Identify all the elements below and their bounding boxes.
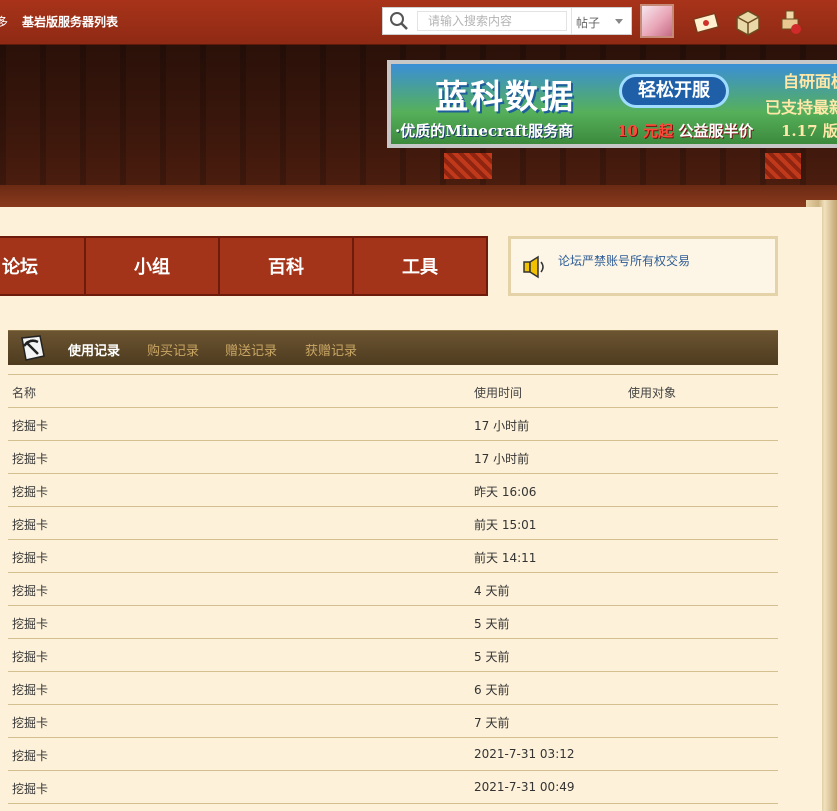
row-item-name: 挖掘卡 bbox=[12, 716, 49, 730]
ad-feature-3: 1.17 版本 bbox=[781, 122, 837, 140]
topbar-edge-link[interactable]: 多 bbox=[0, 13, 8, 30]
avatar[interactable] bbox=[640, 4, 674, 38]
lava-decoration bbox=[444, 153, 492, 179]
row-used-time: 2021-7-31 00:49 bbox=[474, 780, 575, 794]
tab-gift-received-records[interactable]: 获赠记录 bbox=[305, 340, 357, 359]
row-item-name: 挖掘卡 bbox=[12, 551, 49, 565]
ad-cta-button[interactable]: 轻松开服 bbox=[619, 74, 729, 108]
tab-usage-records[interactable]: 使用记录 bbox=[68, 340, 120, 359]
row-used-time: 昨天 16:06 bbox=[474, 485, 537, 499]
row-item-name: 挖掘卡 bbox=[12, 518, 49, 532]
row-item-name: 挖掘卡 bbox=[12, 419, 49, 433]
column-header-target: 使用对象 bbox=[628, 386, 677, 400]
table-row: 挖掘卡 前天 14:11 bbox=[8, 539, 778, 572]
notice-link[interactable]: 论坛严禁账号所有权交易 bbox=[558, 252, 690, 269]
row-used-time: 2021-7-31 03:12 bbox=[474, 747, 575, 761]
table-row: 挖掘卡 6 天前 bbox=[8, 671, 778, 704]
lava-decoration bbox=[765, 153, 801, 179]
row-item-name: 挖掘卡 bbox=[12, 650, 49, 664]
row-used-time: 17 小时前 bbox=[474, 419, 530, 433]
pickaxe-card-icon bbox=[21, 335, 45, 361]
row-used-time: 17 小时前 bbox=[474, 452, 530, 466]
row-item-name: 挖掘卡 bbox=[12, 485, 49, 499]
ad-feature-1: 自研面板 bbox=[783, 72, 837, 91]
table-row: 挖掘卡 4 天前 bbox=[8, 572, 778, 605]
row-used-time: 6 天前 bbox=[474, 683, 510, 697]
nav-item-forum[interactable]: 论坛 bbox=[0, 238, 86, 294]
row-item-name: 挖掘卡 bbox=[12, 782, 49, 796]
table-row: 挖掘卡 5 天前 bbox=[8, 605, 778, 638]
nav-item-tools[interactable]: 工具 bbox=[354, 238, 486, 294]
main-nav: 论坛 小组 百科 工具 bbox=[0, 236, 488, 296]
row-item-name: 挖掘卡 bbox=[12, 683, 49, 697]
nav-item-groups[interactable]: 小组 bbox=[86, 238, 220, 294]
chevron-down-icon bbox=[615, 19, 623, 24]
tab-purchase-records[interactable]: 购买记录 bbox=[147, 340, 199, 359]
row-item-name: 挖掘卡 bbox=[12, 749, 49, 763]
search-scope-select[interactable]: 帖子 bbox=[571, 8, 632, 34]
ad-price: 10 元起 公益服半价 bbox=[617, 120, 753, 141]
table-row: 挖掘卡 昨天 16:06 bbox=[8, 473, 778, 506]
row-item-name: 挖掘卡 bbox=[12, 617, 49, 631]
row-used-time: 5 天前 bbox=[474, 617, 510, 631]
row-used-time: 7 天前 bbox=[474, 716, 510, 730]
speaker-icon bbox=[523, 255, 544, 279]
table-row: 挖掘卡 17 小时前 bbox=[8, 407, 778, 440]
search-scope-value: 帖子 bbox=[576, 16, 601, 30]
ad-price-suffix: 公益服半价 bbox=[678, 122, 754, 140]
table-row: 挖掘卡 2021-7-31 00:49 bbox=[8, 770, 778, 804]
nav-item-wiki[interactable]: 百科 bbox=[220, 238, 354, 294]
search-input[interactable] bbox=[417, 11, 567, 31]
tab-gift-sent-records[interactable]: 赠送记录 bbox=[225, 340, 277, 359]
table-row: 挖掘卡 2021-7-31 03:12 bbox=[8, 737, 778, 770]
rank-badge-icon[interactable] bbox=[776, 8, 804, 36]
column-header-time: 使用时间 bbox=[474, 386, 523, 400]
item-box-icon[interactable] bbox=[734, 8, 762, 36]
ad-title: 蓝科数据 bbox=[435, 77, 575, 116]
ad-feature-2: 已支持最新 bbox=[765, 98, 837, 117]
table-header-row: 名称 使用时间 使用对象 bbox=[8, 374, 778, 407]
sponsor-ad-banner[interactable]: 蓝科数据 轻松开服 ·优质的Minecraft服务商 10 元起 公益服半价 自… bbox=[387, 60, 837, 148]
record-tabs: 使用记录 购买记录 赠送记录 获赠记录 bbox=[8, 330, 778, 365]
table-row: 挖掘卡 17 小时前 bbox=[8, 440, 778, 473]
notice-box: 论坛严禁账号所有权交易 bbox=[508, 236, 778, 296]
column-header-name: 名称 bbox=[12, 386, 37, 400]
top-bar: 多 基岩版服务器列表 帖子 bbox=[0, 0, 837, 45]
row-item-name: 挖掘卡 bbox=[12, 452, 49, 466]
table-row: 挖掘卡 7 天前 bbox=[8, 704, 778, 737]
usage-records-table: 名称 使用时间 使用对象 挖掘卡 17 小时前 挖掘卡 17 小时前 挖掘卡 昨… bbox=[8, 374, 778, 804]
envelope-icon[interactable] bbox=[692, 8, 720, 36]
row-used-time: 前天 14:11 bbox=[474, 551, 537, 565]
table-row: 挖掘卡 5 天前 bbox=[8, 638, 778, 671]
search-icon[interactable] bbox=[389, 11, 409, 31]
ad-tagline: ·优质的Minecraft服务商 bbox=[395, 122, 574, 140]
search-box: 帖子 bbox=[382, 7, 632, 35]
row-item-name: 挖掘卡 bbox=[12, 584, 49, 598]
table-row: 挖掘卡 前天 15:01 bbox=[8, 506, 778, 539]
frame-border bbox=[0, 185, 837, 207]
ad-price-prefix: 10 元起 bbox=[617, 122, 674, 140]
row-used-time: 5 天前 bbox=[474, 650, 510, 664]
bedrock-server-list-link[interactable]: 基岩版服务器列表 bbox=[22, 13, 118, 30]
row-used-time: 前天 15:01 bbox=[474, 518, 537, 532]
row-used-time: 4 天前 bbox=[474, 584, 510, 598]
